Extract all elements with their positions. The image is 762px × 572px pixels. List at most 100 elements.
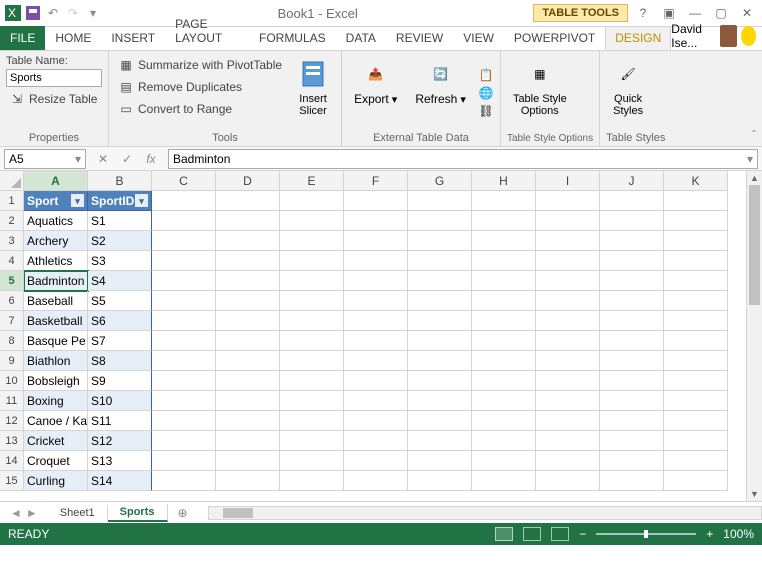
cell[interactable]: Croquet bbox=[24, 451, 88, 471]
cell[interactable] bbox=[152, 271, 216, 291]
zoom-slider[interactable] bbox=[596, 533, 696, 535]
row-header[interactable]: 6 bbox=[0, 291, 24, 311]
cell[interactable] bbox=[216, 231, 280, 251]
cell[interactable]: S5 bbox=[88, 291, 152, 311]
cell[interactable] bbox=[216, 311, 280, 331]
cell[interactable] bbox=[280, 371, 344, 391]
cell[interactable] bbox=[536, 471, 600, 491]
column-header[interactable]: F bbox=[344, 171, 408, 191]
cell[interactable] bbox=[472, 231, 536, 251]
row-header[interactable]: 9 bbox=[0, 351, 24, 371]
cell[interactable]: S10 bbox=[88, 391, 152, 411]
qat-more-icon[interactable]: ▾ bbox=[84, 4, 102, 22]
cell[interactable] bbox=[344, 331, 408, 351]
cell[interactable] bbox=[408, 271, 472, 291]
row-header[interactable]: 7 bbox=[0, 311, 24, 331]
cell[interactable] bbox=[472, 451, 536, 471]
cell[interactable] bbox=[536, 251, 600, 271]
zoom-level[interactable]: 100% bbox=[723, 527, 754, 541]
cell[interactable] bbox=[216, 191, 280, 211]
collapse-ribbon-icon[interactable]: ˆ bbox=[752, 128, 756, 142]
tab-formulas[interactable]: FORMULAS bbox=[249, 26, 336, 50]
cell[interactable] bbox=[472, 251, 536, 271]
cell[interactable] bbox=[280, 391, 344, 411]
cell[interactable] bbox=[408, 411, 472, 431]
zoom-out-button[interactable]: − bbox=[579, 527, 586, 541]
sheet-tab-sheet1[interactable]: Sheet1 bbox=[48, 505, 108, 521]
cell[interactable] bbox=[216, 411, 280, 431]
excel-icon[interactable]: X bbox=[4, 4, 22, 22]
cell[interactable]: S6 bbox=[88, 311, 152, 331]
cell[interactable] bbox=[216, 391, 280, 411]
cell[interactable] bbox=[280, 331, 344, 351]
cell[interactable]: S7 bbox=[88, 331, 152, 351]
cell[interactable] bbox=[280, 251, 344, 271]
cell[interactable] bbox=[152, 251, 216, 271]
cell[interactable] bbox=[152, 351, 216, 371]
cell[interactable] bbox=[408, 391, 472, 411]
cell[interactable] bbox=[152, 331, 216, 351]
cell[interactable] bbox=[408, 331, 472, 351]
select-all-corner[interactable] bbox=[0, 171, 24, 191]
cell[interactable] bbox=[408, 211, 472, 231]
cell[interactable] bbox=[216, 371, 280, 391]
cell[interactable] bbox=[344, 351, 408, 371]
cell[interactable]: Basque Pe bbox=[24, 331, 88, 351]
cell[interactable] bbox=[536, 331, 600, 351]
cell[interactable]: Canoe / Ka bbox=[24, 411, 88, 431]
cell[interactable] bbox=[152, 471, 216, 491]
cell[interactable]: S13 bbox=[88, 451, 152, 471]
cell[interactable] bbox=[600, 411, 664, 431]
ribbon-options-button[interactable]: ▣ bbox=[658, 3, 680, 23]
tab-design[interactable]: DESIGN bbox=[605, 26, 671, 50]
column-header[interactable]: J bbox=[600, 171, 664, 191]
close-button[interactable]: ✕ bbox=[736, 3, 758, 23]
cell[interactable] bbox=[280, 271, 344, 291]
cell[interactable] bbox=[536, 291, 600, 311]
export-button[interactable]: 📤Export ▾ bbox=[348, 55, 403, 130]
row-header[interactable]: 13 bbox=[0, 431, 24, 451]
cell[interactable] bbox=[664, 311, 728, 331]
cell[interactable] bbox=[344, 231, 408, 251]
sheet-tab-sports[interactable]: Sports bbox=[108, 504, 168, 522]
tab-home[interactable]: HOME bbox=[45, 26, 101, 50]
cell[interactable]: S2 bbox=[88, 231, 152, 251]
cell[interactable] bbox=[600, 231, 664, 251]
cell[interactable] bbox=[408, 351, 472, 371]
cell[interactable] bbox=[472, 311, 536, 331]
cell[interactable] bbox=[344, 271, 408, 291]
cell[interactable]: S4 bbox=[88, 271, 152, 291]
fx-icon[interactable]: fx bbox=[142, 152, 160, 166]
cell[interactable] bbox=[344, 411, 408, 431]
column-header[interactable]: B bbox=[88, 171, 152, 191]
cell[interactable] bbox=[280, 411, 344, 431]
cell[interactable] bbox=[536, 431, 600, 451]
hscroll-thumb[interactable] bbox=[223, 508, 253, 518]
cell[interactable] bbox=[216, 451, 280, 471]
cell[interactable] bbox=[408, 291, 472, 311]
cell[interactable] bbox=[344, 431, 408, 451]
expand-formula-icon[interactable]: ▾ bbox=[747, 152, 753, 166]
cell[interactable] bbox=[408, 231, 472, 251]
save-icon[interactable] bbox=[24, 4, 42, 22]
cell[interactable] bbox=[536, 351, 600, 371]
tab-review[interactable]: REVIEW bbox=[386, 26, 453, 50]
row-header[interactable]: 10 bbox=[0, 371, 24, 391]
cell[interactable] bbox=[152, 191, 216, 211]
cell[interactable]: S8 bbox=[88, 351, 152, 371]
cell[interactable] bbox=[408, 431, 472, 451]
table-name-input[interactable] bbox=[6, 69, 102, 87]
cell[interactable] bbox=[216, 431, 280, 451]
name-box[interactable]: A5▾ bbox=[4, 149, 86, 169]
cell[interactable] bbox=[536, 371, 600, 391]
cell[interactable] bbox=[344, 391, 408, 411]
cell[interactable] bbox=[472, 211, 536, 231]
cell[interactable]: Archery bbox=[24, 231, 88, 251]
tab-powerpivot[interactable]: POWERPIVOT bbox=[504, 26, 605, 50]
cell[interactable] bbox=[472, 271, 536, 291]
minimize-button[interactable]: ― bbox=[684, 3, 706, 23]
enter-formula-icon[interactable]: ✓ bbox=[118, 152, 136, 166]
cell[interactable] bbox=[344, 451, 408, 471]
cell[interactable] bbox=[600, 431, 664, 451]
cell[interactable] bbox=[664, 411, 728, 431]
